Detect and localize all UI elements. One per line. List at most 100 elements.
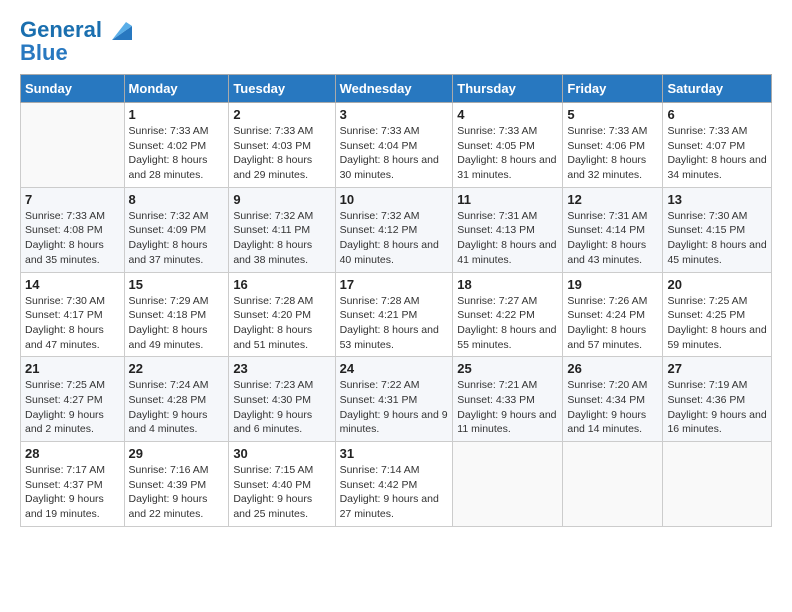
day-number: 2	[233, 107, 330, 122]
cell-info: Sunrise: 7:28 AMSunset: 4:20 PMDaylight:…	[233, 294, 330, 353]
calendar-cell: 3 Sunrise: 7:33 AMSunset: 4:04 PMDaylight…	[335, 103, 453, 188]
logo-text: General	[20, 18, 102, 42]
cell-info: Sunrise: 7:22 AMSunset: 4:31 PMDaylight:…	[340, 378, 449, 437]
cell-info: Sunrise: 7:33 AMSunset: 4:02 PMDaylight:…	[129, 124, 225, 183]
day-number: 31	[340, 446, 449, 461]
cell-info: Sunrise: 7:14 AMSunset: 4:42 PMDaylight:…	[340, 463, 449, 522]
calendar-cell: 5Sunrise: 7:33 AMSunset: 4:06 PMDaylight…	[563, 103, 663, 188]
calendar-week-row: 21 Sunrise: 7:25 AMSunset: 4:27 PMDayligh…	[21, 357, 772, 442]
calendar-cell: 14 Sunrise: 7:30 AMSunset: 4:17 PMDayligh…	[21, 272, 125, 357]
logo: General Blue	[20, 16, 132, 66]
calendar-cell: 4 Sunrise: 7:33 AMSunset: 4:05 PMDaylight…	[453, 103, 563, 188]
calendar-cell: 26 Sunrise: 7:20 AMSunset: 4:34 PMDayligh…	[563, 357, 663, 442]
calendar-cell: 27 Sunrise: 7:19 AMSunset: 4:36 PMDayligh…	[663, 357, 772, 442]
cell-info: Sunrise: 7:33 AMSunset: 4:08 PMDaylight:…	[25, 209, 120, 268]
day-number: 11	[457, 192, 558, 207]
cell-info: Sunrise: 7:32 AMSunset: 4:12 PMDaylight:…	[340, 209, 449, 268]
day-number: 13	[667, 192, 767, 207]
calendar-cell: 9 Sunrise: 7:32 AMSunset: 4:11 PMDaylight…	[229, 187, 335, 272]
calendar-week-row: 7 Sunrise: 7:33 AMSunset: 4:08 PMDaylight…	[21, 187, 772, 272]
cell-info: Sunrise: 7:31 AMSunset: 4:14 PMDaylight:…	[567, 209, 658, 268]
logo-icon	[104, 16, 132, 44]
calendar-cell	[663, 442, 772, 527]
day-number: 16	[233, 277, 330, 292]
cell-info: Sunrise: 7:16 AMSunset: 4:39 PMDaylight:…	[129, 463, 225, 522]
day-number: 20	[667, 277, 767, 292]
calendar-cell: 15 Sunrise: 7:29 AMSunset: 4:18 PMDayligh…	[124, 272, 229, 357]
calendar-cell: 24 Sunrise: 7:22 AMSunset: 4:31 PMDayligh…	[335, 357, 453, 442]
day-number: 7	[25, 192, 120, 207]
calendar-cell: 28 Sunrise: 7:17 AMSunset: 4:37 PMDayligh…	[21, 442, 125, 527]
day-number: 24	[340, 361, 449, 376]
cell-info: Sunrise: 7:20 AMSunset: 4:34 PMDaylight:…	[567, 378, 658, 437]
cell-info: Sunrise: 7:19 AMSunset: 4:36 PMDaylight:…	[667, 378, 767, 437]
calendar-cell: 6 Sunrise: 7:33 AMSunset: 4:07 PMDaylight…	[663, 103, 772, 188]
cell-info: Sunrise: 7:15 AMSunset: 4:40 PMDaylight:…	[233, 463, 330, 522]
calendar-cell: 29 Sunrise: 7:16 AMSunset: 4:39 PMDayligh…	[124, 442, 229, 527]
cell-info: Sunrise: 7:32 AMSunset: 4:09 PMDaylight:…	[129, 209, 225, 268]
day-number: 9	[233, 192, 330, 207]
calendar-cell: 31 Sunrise: 7:14 AMSunset: 4:42 PMDayligh…	[335, 442, 453, 527]
cell-info: Sunrise: 7:33 AMSunset: 4:07 PMDaylight:…	[667, 124, 767, 183]
calendar-cell: 10Sunrise: 7:32 AMSunset: 4:12 PMDayligh…	[335, 187, 453, 272]
day-number: 23	[233, 361, 330, 376]
calendar-cell: 7 Sunrise: 7:33 AMSunset: 4:08 PMDaylight…	[21, 187, 125, 272]
weekday-header: Sunday	[21, 75, 125, 103]
cell-info: Sunrise: 7:33 AMSunset: 4:03 PMDaylight:…	[233, 124, 330, 183]
calendar-cell: 19 Sunrise: 7:26 AMSunset: 4:24 PMDayligh…	[563, 272, 663, 357]
day-number: 14	[25, 277, 120, 292]
cell-info: Sunrise: 7:28 AMSunset: 4:21 PMDaylight:…	[340, 294, 449, 353]
calendar-cell: 17 Sunrise: 7:28 AMSunset: 4:21 PMDayligh…	[335, 272, 453, 357]
calendar-cell	[21, 103, 125, 188]
day-number: 19	[567, 277, 658, 292]
cell-info: Sunrise: 7:33 AMSunset: 4:04 PMDaylight:…	[340, 124, 449, 183]
cell-info: Sunrise: 7:24 AMSunset: 4:28 PMDaylight:…	[129, 378, 225, 437]
cell-info: Sunrise: 7:30 AMSunset: 4:17 PMDaylight:…	[25, 294, 120, 353]
cell-info: Sunrise: 7:32 AMSunset: 4:11 PMDaylight:…	[233, 209, 330, 268]
calendar-cell	[453, 442, 563, 527]
calendar-cell	[563, 442, 663, 527]
calendar-cell: 18 Sunrise: 7:27 AMSunset: 4:22 PMDayligh…	[453, 272, 563, 357]
day-number: 8	[129, 192, 225, 207]
calendar-cell: 2 Sunrise: 7:33 AMSunset: 4:03 PMDaylight…	[229, 103, 335, 188]
cell-info: Sunrise: 7:25 AMSunset: 4:25 PMDaylight:…	[667, 294, 767, 353]
day-number: 28	[25, 446, 120, 461]
day-number: 6	[667, 107, 767, 122]
calendar-week-row: 1 Sunrise: 7:33 AMSunset: 4:02 PMDaylight…	[21, 103, 772, 188]
weekday-header: Saturday	[663, 75, 772, 103]
day-number: 17	[340, 277, 449, 292]
day-number: 12	[567, 192, 658, 207]
calendar-cell: 13Sunrise: 7:30 AMSunset: 4:15 PMDayligh…	[663, 187, 772, 272]
calendar-cell: 22Sunrise: 7:24 AMSunset: 4:28 PMDayligh…	[124, 357, 229, 442]
cell-info: Sunrise: 7:27 AMSunset: 4:22 PMDaylight:…	[457, 294, 558, 353]
calendar-cell: 20 Sunrise: 7:25 AMSunset: 4:25 PMDayligh…	[663, 272, 772, 357]
cell-info: Sunrise: 7:29 AMSunset: 4:18 PMDaylight:…	[129, 294, 225, 353]
day-number: 1	[129, 107, 225, 122]
calendar-cell: 16 Sunrise: 7:28 AMSunset: 4:20 PMDayligh…	[229, 272, 335, 357]
day-number: 27	[667, 361, 767, 376]
day-number: 15	[129, 277, 225, 292]
day-number: 18	[457, 277, 558, 292]
cell-info: Sunrise: 7:21 AMSunset: 4:33 PMDaylight:…	[457, 378, 558, 437]
day-number: 3	[340, 107, 449, 122]
cell-info: Sunrise: 7:33 AMSunset: 4:05 PMDaylight:…	[457, 124, 558, 183]
day-number: 29	[129, 446, 225, 461]
day-number: 21	[25, 361, 120, 376]
cell-info: Sunrise: 7:25 AMSunset: 4:27 PMDaylight:…	[25, 378, 120, 437]
day-number: 4	[457, 107, 558, 122]
cell-info: Sunrise: 7:26 AMSunset: 4:24 PMDaylight:…	[567, 294, 658, 353]
cell-info: Sunrise: 7:33 AMSunset: 4:06 PMDaylight:…	[567, 124, 658, 183]
cell-info: Sunrise: 7:17 AMSunset: 4:37 PMDaylight:…	[25, 463, 120, 522]
calendar-cell: 23Sunrise: 7:23 AMSunset: 4:30 PMDayligh…	[229, 357, 335, 442]
header-row: SundayMondayTuesdayWednesdayThursdayFrid…	[21, 75, 772, 103]
day-number: 30	[233, 446, 330, 461]
day-number: 26	[567, 361, 658, 376]
calendar-cell: 1 Sunrise: 7:33 AMSunset: 4:02 PMDaylight…	[124, 103, 229, 188]
weekday-header: Thursday	[453, 75, 563, 103]
calendar-cell: 8 Sunrise: 7:32 AMSunset: 4:09 PMDaylight…	[124, 187, 229, 272]
calendar-cell: 25 Sunrise: 7:21 AMSunset: 4:33 PMDayligh…	[453, 357, 563, 442]
weekday-header: Friday	[563, 75, 663, 103]
calendar-cell: 30 Sunrise: 7:15 AMSunset: 4:40 PMDayligh…	[229, 442, 335, 527]
day-number: 25	[457, 361, 558, 376]
calendar-week-row: 28 Sunrise: 7:17 AMSunset: 4:37 PMDayligh…	[21, 442, 772, 527]
